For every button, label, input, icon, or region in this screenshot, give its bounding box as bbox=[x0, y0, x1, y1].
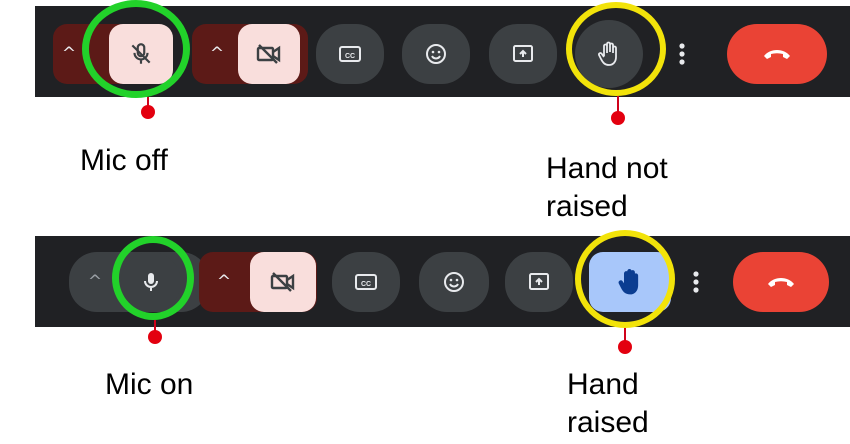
hand-not-raised-label-line2: raised bbox=[546, 190, 628, 223]
hand-not-raised-label-line1: Hand not bbox=[546, 152, 668, 185]
raise-hand-button[interactable] bbox=[575, 20, 643, 88]
hand-icon bbox=[598, 41, 617, 66]
hand-pointer-dot bbox=[618, 340, 632, 354]
mic-icon bbox=[144, 273, 158, 291]
mic-off-label: Mic off bbox=[80, 144, 168, 177]
camera-off-icon bbox=[270, 272, 295, 292]
hand-pointer-dot bbox=[611, 111, 625, 125]
emoji-icon bbox=[444, 272, 464, 292]
emoji-icon bbox=[426, 44, 446, 64]
more-options-button[interactable] bbox=[681, 252, 711, 312]
more-options-button[interactable] bbox=[667, 24, 697, 84]
more-vert-icon bbox=[693, 271, 699, 293]
hand-raised-label-line2: raised bbox=[567, 406, 649, 439]
mic-off-icon bbox=[131, 43, 151, 64]
end-call-icon bbox=[764, 50, 790, 59]
svg-text:CC: CC bbox=[345, 53, 355, 60]
chevron-up-icon[interactable]: ^ bbox=[62, 44, 76, 64]
leave-call-button[interactable] bbox=[733, 252, 829, 312]
chevron-up-icon[interactable]: ^ bbox=[217, 272, 231, 292]
reactions-button[interactable] bbox=[402, 24, 470, 84]
mic-on-label: Mic on bbox=[105, 368, 194, 401]
hand-icon bbox=[618, 269, 639, 295]
camera-off-icon bbox=[256, 44, 281, 64]
mic-toggle-button[interactable] bbox=[121, 252, 181, 312]
end-call-icon bbox=[768, 278, 794, 287]
present-button[interactable] bbox=[505, 252, 573, 312]
closed-captions-icon: CC bbox=[339, 46, 361, 62]
camera-toggle-button[interactable] bbox=[238, 24, 300, 84]
present-screen-icon bbox=[529, 273, 549, 290]
mic-pointer-dot bbox=[148, 330, 162, 344]
present-screen-icon bbox=[513, 45, 533, 62]
hand-raised-label-line1: Hand bbox=[567, 368, 639, 401]
reactions-button[interactable] bbox=[419, 252, 489, 312]
mic-pointer-dot bbox=[141, 105, 155, 119]
meeting-toolbar-top: ^ ^ CC bbox=[35, 6, 850, 97]
meeting-toolbar-bottom: ^ ^ CC bbox=[35, 236, 850, 327]
closed-captions-icon: CC bbox=[355, 274, 377, 290]
chevron-up-icon[interactable]: ^ bbox=[88, 272, 102, 292]
present-button[interactable] bbox=[489, 24, 557, 84]
leave-call-button[interactable] bbox=[727, 24, 827, 84]
raise-hand-button[interactable] bbox=[589, 252, 671, 312]
captions-button[interactable]: CC bbox=[316, 24, 384, 84]
camera-toggle-button[interactable] bbox=[250, 252, 316, 312]
svg-text:CC: CC bbox=[361, 281, 371, 288]
more-vert-icon bbox=[679, 43, 685, 65]
chevron-up-icon[interactable]: ^ bbox=[210, 44, 224, 64]
captions-button[interactable]: CC bbox=[332, 252, 400, 312]
mic-toggle-button[interactable] bbox=[109, 24, 173, 84]
